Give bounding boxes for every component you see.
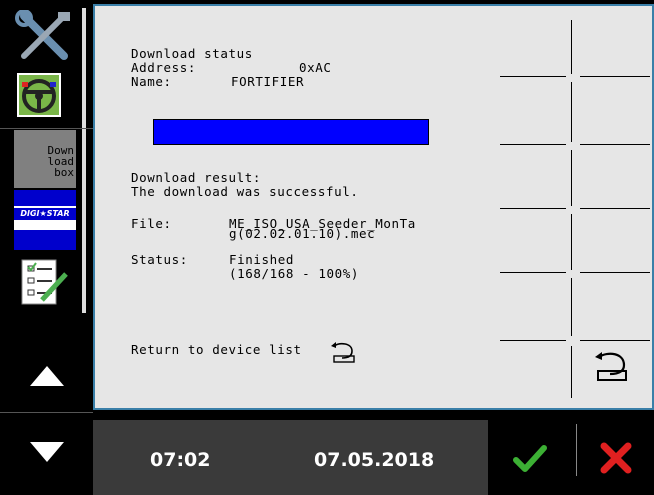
- name-label: Name:: [131, 74, 172, 89]
- status-bar: 07:02 07.05.2018: [93, 420, 488, 495]
- status-progress: (168/168 - 100%): [229, 266, 360, 281]
- bottom-divider: [576, 424, 577, 476]
- softkey-divider: [580, 340, 650, 341]
- return-icon[interactable]: [330, 338, 358, 364]
- ok-button[interactable]: [508, 436, 552, 480]
- digistar-logo: DIGI★STAR: [14, 208, 76, 220]
- return-label: Return to device list: [131, 342, 302, 357]
- softkey-divider: [500, 208, 566, 209]
- scroll-down-button[interactable]: [30, 442, 64, 462]
- checklist-icon[interactable]: [14, 256, 76, 308]
- scroll-up-button[interactable]: [30, 366, 64, 386]
- address-value: 0xAC: [299, 60, 332, 75]
- download-box-button[interactable]: Down load box: [14, 130, 76, 188]
- cancel-button[interactable]: [596, 436, 636, 480]
- result-message: The download was successful.: [131, 184, 359, 199]
- sidebar-scrollbar[interactable]: [82, 8, 86, 313]
- softkey-divider: [571, 346, 572, 398]
- softkey-divider: [571, 278, 572, 336]
- download-box-label: Down load box: [47, 144, 75, 179]
- steering-wheel-icon[interactable]: [14, 72, 76, 120]
- sidebar-divider: [0, 128, 93, 129]
- file-value-cont: g(02.02.01.10).mec: [229, 226, 376, 241]
- softkey-divider: [580, 208, 650, 209]
- digistar-button[interactable]: DIGI★STAR: [14, 190, 76, 250]
- softkey-divider: [571, 214, 572, 270]
- status-label: Status:: [131, 252, 188, 267]
- name-value: FORTIFIER: [231, 74, 305, 89]
- softkey-divider: [580, 144, 650, 145]
- page-title: Download status: [131, 46, 253, 61]
- softkey-divider: [571, 82, 572, 142]
- softkey-divider: [500, 76, 566, 77]
- softkey-divider: [500, 340, 566, 341]
- progress-bar: [153, 119, 429, 145]
- softkey-return-icon[interactable]: [590, 346, 634, 386]
- softkey-divider: [500, 144, 566, 145]
- result-label: Download result:: [131, 170, 262, 185]
- softkey-divider: [580, 76, 650, 77]
- softkey-divider: [580, 272, 650, 273]
- status-value: Finished: [229, 252, 295, 267]
- softkey-divider: [500, 272, 566, 273]
- softkey-divider: [571, 150, 572, 206]
- address-label: Address:: [131, 60, 197, 75]
- tools-icon[interactable]: [14, 9, 76, 62]
- sidebar-divider: [0, 412, 93, 413]
- left-sidebar: Down load box DIGI★STAR: [0, 0, 93, 495]
- download-status-panel: Download status Address: 0xAC Name: FORT…: [93, 4, 654, 410]
- clock-time: 07:02: [150, 449, 211, 471]
- clock-date: 07.05.2018: [314, 449, 435, 471]
- file-label: File:: [131, 216, 172, 231]
- softkey-divider: [571, 20, 572, 74]
